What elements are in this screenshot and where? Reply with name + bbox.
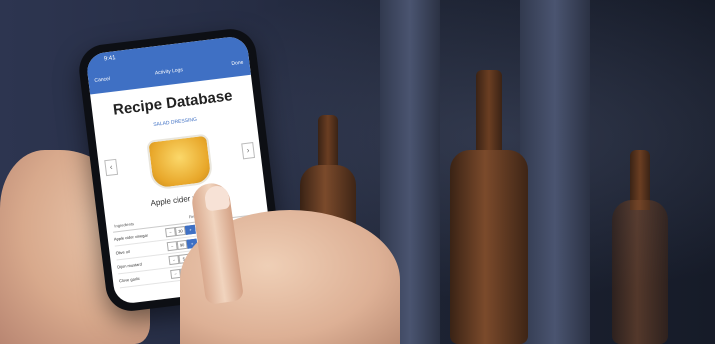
bottle-neck [476, 70, 502, 160]
plus-icon[interactable]: + [184, 224, 196, 235]
row-name: Clove garlic [118, 275, 141, 284]
prev-arrow-icon[interactable]: ‹ [104, 158, 119, 177]
row-name: Apple cider vinegar [113, 232, 149, 242]
done-button[interactable]: Done [231, 60, 244, 67]
next-arrow-icon[interactable]: › [241, 142, 256, 160]
beer-bottle [612, 200, 668, 344]
row-name: Olive oil [115, 248, 131, 256]
quantity-stepper[interactable]: − 30 + [164, 224, 196, 238]
photo-scene: 9:41 Cancel Activity Logs Done Recipe Da… [0, 0, 715, 344]
nav-title: Activity Logs [154, 67, 184, 77]
app-nav-bar: 9:41 Cancel Activity Logs Done [85, 35, 251, 95]
beer-bottle [450, 150, 528, 344]
status-time: 9:41 [103, 55, 116, 63]
row-name: Dijon mustard [117, 261, 143, 270]
machine-column [520, 0, 590, 344]
dressing-cup-image [146, 133, 214, 191]
